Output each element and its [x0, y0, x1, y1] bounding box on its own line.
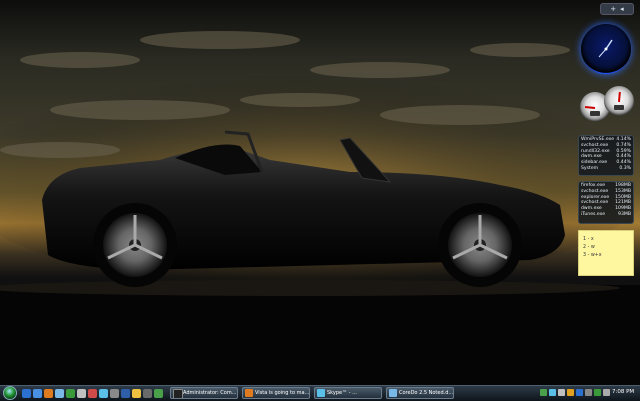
- terminal-icon: [173, 389, 183, 398]
- task-label: Skype™ - ...: [327, 390, 357, 396]
- app-icon[interactable]: [121, 389, 130, 398]
- task-label: Vista is going to ma...: [255, 390, 310, 396]
- taskbar-item-command-prompt[interactable]: Administrator: Com...: [170, 387, 238, 399]
- notepad-icon: [389, 389, 397, 397]
- gadget-nav-icon[interactable]: ◂: [620, 5, 624, 13]
- process-row: System 0.3%: [581, 165, 631, 171]
- app-icon[interactable]: [154, 389, 163, 398]
- memory-meter-needle: [618, 91, 621, 103]
- skype-icon[interactable]: [99, 389, 108, 398]
- cpu-meter-badge: [590, 111, 600, 116]
- add-gadget-button[interactable]: +: [610, 5, 616, 13]
- app-icon[interactable]: [88, 389, 97, 398]
- skype-tray-icon[interactable]: [549, 389, 556, 396]
- app-icon[interactable]: [110, 389, 119, 398]
- volume-icon[interactable]: [558, 389, 565, 396]
- start-button[interactable]: [3, 386, 17, 400]
- taskbar-item-notepad[interactable]: CoreDo 2.5 Noted.d...: [386, 387, 454, 399]
- app-tray-icon[interactable]: [576, 389, 583, 396]
- note-line: 3 - w+x: [583, 253, 602, 258]
- app-tray-icon[interactable]: [603, 389, 610, 396]
- sticky-notes-gadget[interactable]: 1 - x 2 - w 3 - w+x: [578, 230, 634, 276]
- analog-clock-icon: [598, 39, 613, 58]
- app-tray-icon[interactable]: [567, 389, 574, 396]
- skype-icon: [317, 389, 325, 397]
- desktop-wallpaper: [0, 0, 640, 385]
- network-icon[interactable]: [540, 389, 547, 396]
- app-tray-icon[interactable]: [594, 389, 601, 396]
- taskbar-clock[interactable]: 7:08 PM: [612, 387, 634, 398]
- show-desktop-icon[interactable]: [22, 389, 31, 398]
- note-line: 1 - x: [583, 237, 594, 242]
- taskbar-item-firefox[interactable]: Vista is going to ma...: [242, 387, 310, 399]
- cpu-meter-needle: [584, 105, 596, 109]
- memory-meter-gadget[interactable]: [604, 86, 634, 116]
- gadget-sidebar-toolbar[interactable]: + ◂: [600, 3, 634, 15]
- firefox-icon[interactable]: [44, 389, 53, 398]
- task-label: CoreDo 2.5 Noted.d...: [399, 390, 454, 396]
- app-tray-icon[interactable]: [585, 389, 592, 396]
- firefox-icon: [245, 389, 253, 397]
- taskbar-item-skype[interactable]: Skype™ - ...: [314, 387, 382, 399]
- note-line: 2 - w: [583, 245, 595, 250]
- top-memory-processes-gadget[interactable]: firefox.exe 198MB svchost.exe 153MB explor…: [578, 181, 634, 224]
- top-cpu-processes-gadget[interactable]: WmiPrvSE.exe 4.14% svchost.exe 0.74% rundl…: [578, 135, 634, 176]
- process-row: iTunes.exe 93MB: [581, 211, 631, 217]
- media-player-icon[interactable]: [66, 389, 75, 398]
- switch-windows-icon[interactable]: [33, 389, 42, 398]
- task-label: Administrator: Com...: [183, 390, 237, 396]
- app-icon[interactable]: [143, 389, 152, 398]
- memory-meter-badge: [614, 105, 624, 110]
- explorer-icon[interactable]: [55, 389, 64, 398]
- app-icon[interactable]: [132, 389, 141, 398]
- clock-gadget[interactable]: [581, 24, 631, 74]
- itunes-icon[interactable]: [77, 389, 86, 398]
